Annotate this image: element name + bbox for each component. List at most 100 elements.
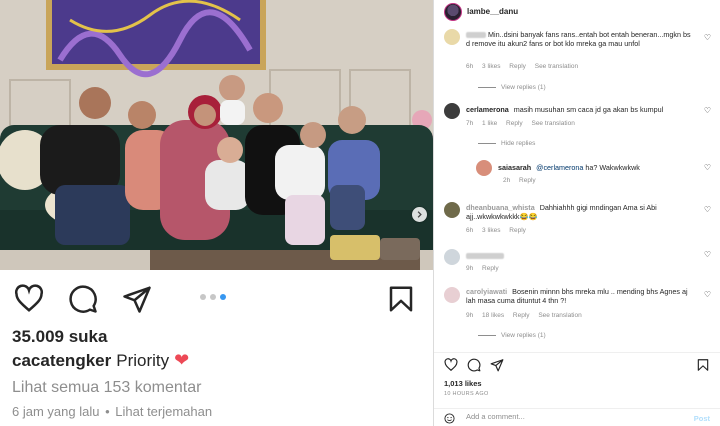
- comments-panel: lambe__danu Min..dsini banyak fans rans.…: [434, 0, 720, 426]
- comment-text: [466, 251, 696, 260]
- view-replies-label: View replies (1): [501, 332, 546, 339]
- add-comment-bar: Post: [434, 408, 720, 426]
- replies-line: [478, 87, 496, 88]
- comment-meta: 6h 3 likes Reply: [466, 227, 533, 234]
- meta-separator: •: [105, 404, 110, 419]
- comment-like-heart-icon[interactable]: ♡: [704, 205, 711, 214]
- post-caption: cacatengker Priority ❤: [12, 350, 189, 371]
- comment-time: 6h: [466, 227, 474, 234]
- commenter-username[interactable]: carolyiawati: [466, 287, 507, 296]
- replies-line: [478, 335, 496, 336]
- view-replies-toggle[interactable]: View replies (1): [478, 84, 546, 91]
- redacted-username: [466, 253, 504, 260]
- post-username[interactable]: cacatengker: [12, 351, 111, 371]
- commenter-username[interactable]: dheanbuana_whista: [466, 203, 535, 212]
- reply-button[interactable]: Reply: [509, 227, 526, 234]
- comment-time: 6h: [466, 63, 474, 70]
- view-replies-toggle[interactable]: View replies (1): [478, 332, 546, 339]
- comment-likes[interactable]: 1 like: [482, 120, 497, 127]
- comment-like-heart-icon[interactable]: ♡: [704, 290, 711, 299]
- mention-link[interactable]: @cerlamerona: [536, 163, 583, 172]
- comment-time: 2h: [503, 177, 511, 184]
- comment-meta: 6h 3 likes Reply See translation: [466, 63, 585, 70]
- caption-text: Priority: [116, 350, 170, 370]
- mobile-post: 35.009 suka cacatengker Priority ❤ Lihat…: [0, 0, 433, 426]
- post-like-count[interactable]: 35.009 suka: [12, 327, 107, 347]
- comment-like-heart-icon[interactable]: ♡: [704, 163, 711, 172]
- comment-like-heart-icon[interactable]: ♡: [704, 250, 711, 259]
- post-photo[interactable]: [0, 0, 433, 270]
- reply-button[interactable]: Reply: [513, 312, 530, 319]
- emoji-icon[interactable]: [444, 413, 455, 424]
- chevron-right-icon: [417, 211, 422, 218]
- post-action-bar: [0, 270, 433, 326]
- comment-body: masih musuhan sm caca jd ga akan bs kump…: [513, 105, 664, 114]
- comment-text: Min..dsini banyak fans rans..entah bot e…: [466, 30, 696, 48]
- carousel-next-button[interactable]: [412, 207, 427, 222]
- view-all-comments-link[interactable]: Lihat semua 153 komentar: [12, 379, 201, 397]
- comment-time: 7h: [466, 120, 474, 127]
- add-comment-input[interactable]: [466, 412, 666, 421]
- account-avatar[interactable]: [444, 3, 462, 21]
- post-comment-button[interactable]: Post: [694, 414, 710, 423]
- comment-icon[interactable]: [68, 284, 98, 314]
- see-translation-button[interactable]: See translation: [538, 312, 581, 319]
- heart-icon[interactable]: [444, 358, 458, 372]
- carousel-indicator: [200, 294, 226, 300]
- red-heart-emoji: ❤: [174, 350, 190, 370]
- hide-replies-toggle[interactable]: Hide replies: [478, 140, 535, 147]
- reply-button[interactable]: Reply: [482, 265, 499, 272]
- carousel-dot: [210, 294, 216, 300]
- carousel-dot: [200, 294, 206, 300]
- reply-button[interactable]: Reply: [509, 63, 526, 70]
- post-meta: 6 jam yang lalu • Lihat terjemahan: [12, 404, 212, 419]
- bookmark-icon[interactable]: [386, 284, 416, 314]
- share-icon[interactable]: [122, 284, 152, 314]
- bookmark-icon[interactable]: [696, 358, 710, 372]
- comment-text: dheanbuana_whista Dahhiahhh gigi mndinga…: [466, 203, 696, 221]
- commenter-avatar[interactable]: [476, 160, 492, 176]
- comment-meta: 9h Reply: [466, 265, 506, 272]
- family-photo-illustration: [0, 0, 433, 270]
- comment-likes[interactable]: 3 likes: [482, 227, 500, 234]
- reply-button[interactable]: Reply: [506, 120, 523, 127]
- commenter-username[interactable]: saiasarah: [498, 163, 531, 172]
- comment-likes[interactable]: 18 likes: [482, 312, 504, 319]
- see-translation-button[interactable]: See translation: [531, 120, 574, 127]
- commenter-avatar[interactable]: [444, 103, 460, 119]
- heart-icon[interactable]: [14, 284, 44, 314]
- comment-icon[interactable]: [467, 358, 481, 372]
- comment-meta: 9h 18 likes Reply See translation: [466, 312, 589, 319]
- commenter-avatar[interactable]: [444, 29, 460, 45]
- redacted-username: [466, 32, 486, 39]
- panel-header: lambe__danu: [434, 0, 720, 24]
- view-replies-label: View replies (1): [501, 84, 546, 91]
- commenter-avatar[interactable]: [444, 202, 460, 218]
- comment-text: cerlamerona masih musuhan sm caca jd ga …: [466, 105, 696, 114]
- commenter-avatar[interactable]: [444, 249, 460, 265]
- comment-likes[interactable]: 3 likes: [482, 63, 500, 70]
- see-translation-button[interactable]: See translation: [535, 63, 578, 70]
- hide-replies-label: Hide replies: [501, 140, 536, 147]
- comment-body: ha? Wakwkwkwk: [585, 163, 640, 172]
- comment-time: 9h: [466, 265, 474, 272]
- comment-like-heart-icon[interactable]: ♡: [704, 33, 711, 42]
- reply-button[interactable]: Reply: [519, 177, 536, 184]
- commenter-username[interactable]: cerlamerona: [466, 105, 509, 114]
- panel-action-bar: [434, 352, 720, 374]
- see-translation-link[interactable]: Lihat terjemahan: [115, 404, 212, 419]
- post-timestamp: 6 jam yang lalu: [12, 404, 100, 419]
- comment-time: 9h: [466, 312, 474, 319]
- panel-like-count[interactable]: 1,013 likes: [444, 379, 482, 388]
- comment-body: Min..dsini banyak fans rans..entah bot e…: [466, 30, 691, 48]
- comment-meta: 7h 1 like Reply See translation: [466, 120, 582, 127]
- carousel-dot-active: [220, 294, 226, 300]
- comment-text: saiasarah @cerlamerona ha? Wakwkwkwk: [498, 163, 698, 172]
- share-icon[interactable]: [490, 358, 504, 372]
- comment-like-heart-icon[interactable]: ♡: [704, 106, 711, 115]
- account-username[interactable]: lambe__danu: [467, 7, 518, 16]
- comment-text: carolyiawati Bosenin minnn bhs mreka mlu…: [466, 287, 696, 305]
- panel-post-time: 10 HOURS AGO: [444, 391, 489, 397]
- commenter-avatar[interactable]: [444, 287, 460, 303]
- comment-meta: 2h Reply: [503, 177, 543, 184]
